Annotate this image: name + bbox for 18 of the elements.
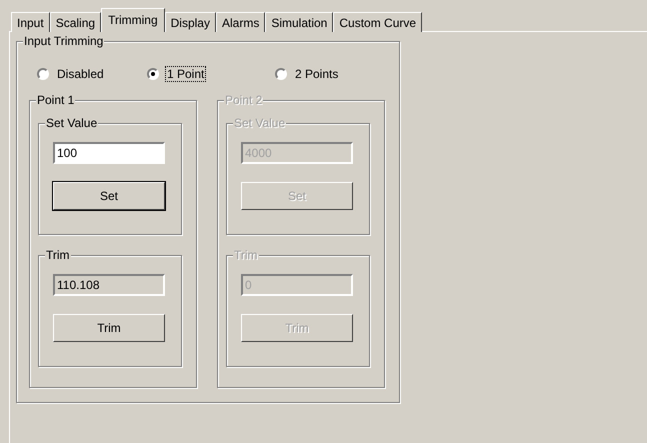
group-title: Set Value: [45, 116, 98, 130]
radio-option[interactable]: 1 Point: [147, 66, 275, 82]
tab[interactable]: Input: [11, 12, 50, 32]
tab[interactable]: Scaling: [50, 12, 102, 32]
tab[interactable]: Trimming: [101, 8, 165, 32]
set-value-button[interactable]: Set: [53, 182, 165, 210]
radio-option[interactable]: 2 Points: [275, 66, 375, 82]
group-title: Input Trimming: [23, 34, 104, 48]
set-value-field[interactable]: 100: [53, 142, 165, 164]
tab[interactable]: Alarms: [216, 12, 266, 32]
trim-button[interactable]: Trim: [53, 314, 165, 342]
radio-option[interactable]: Disabled: [37, 66, 147, 82]
group-title: Trim: [45, 248, 71, 262]
tab[interactable]: Custom Curve: [333, 12, 422, 32]
trim-field[interactable]: 110.108: [53, 274, 165, 296]
group-title: Point 1: [36, 93, 76, 107]
tab[interactable]: Display: [164, 12, 216, 32]
tab[interactable]: Simulation: [265, 12, 334, 32]
